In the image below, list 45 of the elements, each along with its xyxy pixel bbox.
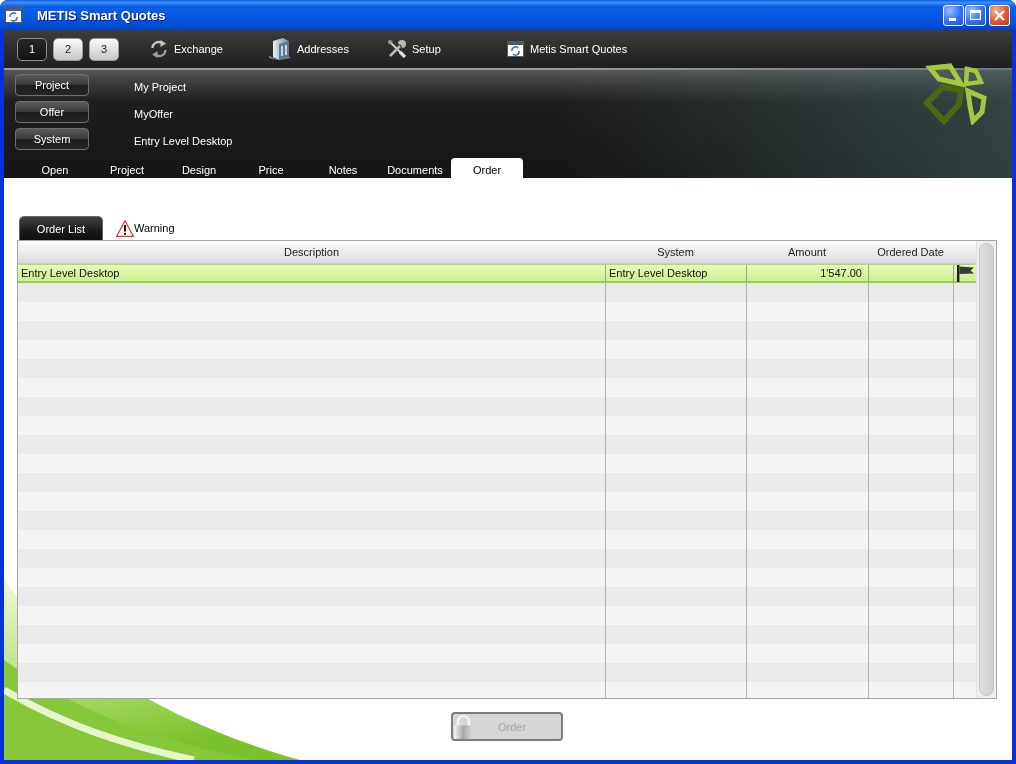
setup-button[interactable]: Setup [387,38,506,60]
table-cell-text: Entry Level Desktop [20,266,121,281]
column-header[interactable]: Amount [746,241,868,263]
table-cell: 1'547.00 [746,265,868,282]
minimize-icon [949,17,956,21]
page-button[interactable]: 1 [17,37,47,61]
column-header[interactable]: System [605,241,746,263]
table-row[interactable]: Entry Level Desktop Entry Level Desktop 1'547.00 [18,264,976,283]
sub-tab[interactable]: Order List [19,216,103,240]
nav-tab[interactable]: Price [235,158,307,178]
nav-tab[interactable]: Open [19,158,91,178]
addresses-button[interactable]: Addresses [268,38,387,60]
window-title: METIS Smart Quotes [37,7,166,23]
page-button[interactable]: 3 [89,37,119,61]
context-value: MyOffer [134,107,174,120]
context-button[interactable]: Project [15,74,89,96]
maximize-button[interactable] [965,4,986,26]
nav-tab[interactable]: Design [163,158,235,178]
nav-tab[interactable]: Documents [379,158,451,178]
context-value: My Project [134,80,187,93]
context-button[interactable]: Offer [15,101,89,123]
close-button[interactable] [989,4,1010,26]
app-window-icon [5,7,22,23]
table-cell: Entry Level Desktop [605,265,746,282]
column-header[interactable]: Description [18,241,605,263]
context-button[interactable]: System [15,128,89,150]
nav-tab[interactable]: Order [451,158,523,178]
close-icon [994,9,1005,21]
minimize-button[interactable] [943,4,964,26]
wrench-screwdriver-icon [388,40,406,58]
nav-tab[interactable]: Notes [307,158,379,178]
sync-arrows-icon [150,40,168,58]
exchange-button[interactable]: Exchange [149,38,268,60]
maximize-icon [970,10,981,20]
warning-icon [116,219,134,237]
padlock-icon [454,714,473,739]
page-button[interactable]: 2 [53,37,83,61]
nav-tab[interactable]: Project [91,158,163,178]
context-value: Entry Level Desktop [134,134,233,147]
app-window-icon [507,41,524,57]
building-icon [269,38,291,60]
app-button[interactable]: Metis Smart Quotes [506,38,628,60]
leaf-logo-icon [922,62,988,125]
sub-tab[interactable]: Warning [116,216,177,240]
column-header[interactable]: Ordered Date [868,241,953,263]
